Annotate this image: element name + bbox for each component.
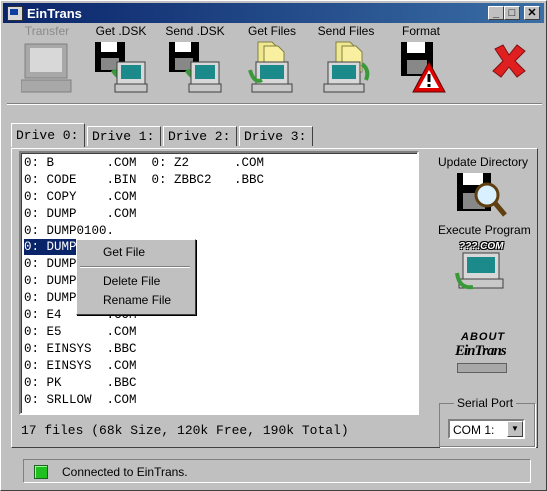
- get-dsk-label: Get .DSK: [95, 24, 147, 38]
- tab-drive-3[interactable]: Drive 3:: [239, 126, 313, 146]
- list-item[interactable]: 0: E5 .COM: [24, 324, 137, 340]
- list-item[interactable]: 0: DUMP .COM: [24, 206, 137, 222]
- update-directory-label: Update Directory: [438, 155, 529, 169]
- execute-icon-text: ???.COM: [459, 241, 504, 252]
- app-icon: [7, 6, 23, 21]
- menu-item-delete-file[interactable]: Delete File: [103, 274, 160, 288]
- list-item[interactable]: 0: EINSYS .COM: [24, 358, 137, 374]
- list-item[interactable]: 0: B .COM 0: Z2 .COM: [24, 155, 264, 171]
- about-button[interactable]: ABOUT EinTrans: [451, 331, 515, 377]
- list-item[interactable]: 0: DUMP: [24, 256, 77, 272]
- keyboard-icon: [457, 363, 507, 373]
- list-item-selected[interactable]: 0: DUMP: [24, 239, 77, 255]
- file-summary: 17 files (68k Size, 120k Free, 190k Tota…: [21, 423, 349, 438]
- serial-port-select[interactable]: COM 1: ▼: [448, 419, 525, 439]
- maximize-button[interactable]: □: [504, 6, 520, 20]
- get-dsk-button[interactable]: Get .DSK: [87, 23, 155, 99]
- floppy-from-computer-icon: [169, 42, 222, 93]
- menu-item-get-file[interactable]: Get File: [103, 245, 145, 259]
- list-item[interactable]: 0: COPY .COM: [24, 189, 137, 205]
- about-app-name: EinTrans: [455, 343, 507, 359]
- execute-program-label: Execute Program: [438, 223, 531, 237]
- list-item[interactable]: 0: PK .BBC: [24, 375, 137, 391]
- chevron-down-icon[interactable]: ▼: [507, 421, 523, 437]
- toolbar-separator: [7, 103, 542, 105]
- get-files-icon: [248, 41, 293, 93]
- serial-port-value: COM 1:: [453, 423, 495, 437]
- menu-item-rename-file[interactable]: Rename File: [103, 293, 171, 307]
- send-files-icon: [323, 41, 370, 93]
- tab-drive-2[interactable]: Drive 2:: [163, 126, 237, 146]
- tab-drive-1[interactable]: Drive 1:: [87, 126, 161, 146]
- send-dsk-label: Send .DSK: [165, 24, 225, 38]
- computer-icon: [21, 43, 72, 93]
- status-bar: Connected to EinTrans.: [23, 459, 531, 483]
- format-button[interactable]: Format: [387, 23, 455, 99]
- minimize-button[interactable]: _: [488, 6, 504, 20]
- tab-drive-0[interactable]: Drive 0:: [11, 123, 85, 147]
- send-files-button[interactable]: Send Files: [312, 23, 380, 99]
- close-button[interactable]: ✕: [524, 6, 540, 20]
- list-item[interactable]: 0: DUMP: [24, 290, 77, 306]
- transfer-button[interactable]: Transfer: [13, 23, 81, 99]
- floppy-to-computer-icon: [95, 42, 148, 93]
- window-title: EinTrans: [27, 6, 82, 21]
- status-text: Connected to EinTrans.: [62, 465, 188, 479]
- transfer-label: Transfer: [24, 24, 70, 38]
- list-item[interactable]: 0: CODE .BIN 0: ZBBC2 .BBC: [24, 172, 264, 188]
- app-window: EinTrans _ □ ✕ Transfer Get .DSK Send .D…: [0, 0, 547, 491]
- get-files-label: Get Files: [247, 24, 296, 38]
- floppy-magnifier-icon: [457, 173, 507, 217]
- send-dsk-button[interactable]: Send .DSK: [161, 23, 229, 99]
- title-bar[interactable]: EinTrans _ □ ✕: [3, 3, 544, 23]
- context-menu: Get File Delete File Rename File: [76, 239, 196, 315]
- get-files-button[interactable]: Get Files: [238, 23, 306, 99]
- menu-separator: [80, 266, 190, 268]
- exit-x-icon: [492, 44, 526, 78]
- list-item[interactable]: 0: DUMP: [24, 273, 77, 289]
- connection-indicator: [34, 465, 48, 479]
- execute-program-button[interactable]: ???.COM: [453, 239, 513, 293]
- about-title: ABOUT: [461, 331, 506, 343]
- format-label: Format: [401, 24, 440, 38]
- serial-port-label: Serial Port: [454, 396, 517, 410]
- list-item[interactable]: 0: EINSYS .BBC: [24, 341, 137, 357]
- update-directory-button[interactable]: [453, 171, 509, 221]
- floppy-warning-icon: [401, 42, 446, 93]
- send-files-label: Send Files: [317, 24, 375, 38]
- list-item[interactable]: 0: DUMP0100.: [24, 223, 114, 239]
- list-item[interactable]: 0: SRLLOW .COM: [24, 392, 137, 408]
